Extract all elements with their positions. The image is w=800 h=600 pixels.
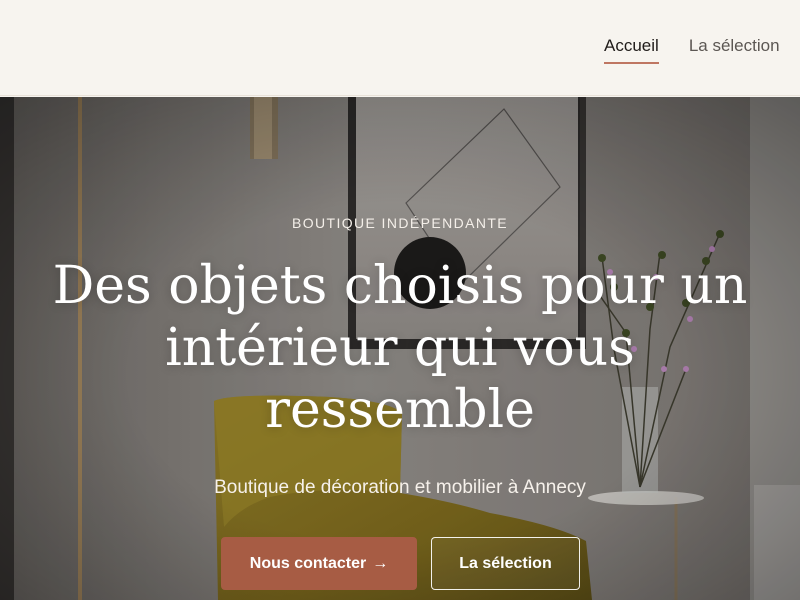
selection-button[interactable]: La sélection [431, 537, 580, 590]
hero-content: BOUTIQUE INDÉPENDANTE Des objets choisis… [0, 97, 800, 600]
site-header: Accueil La sélection [0, 0, 800, 96]
nav-link-la-selection[interactable]: La sélection [689, 36, 780, 56]
hero-section: BOUTIQUE INDÉPENDANTE Des objets choisis… [0, 97, 800, 600]
headline-line-1: Des objets choisis pour un [52, 256, 748, 316]
main-nav: Accueil La sélection [604, 36, 780, 64]
hero-headline: Des objets choisis pour un intérieur qui… [40, 255, 760, 441]
contact-button-label: Nous contacter [249, 554, 367, 572]
arrow-right-icon: → [372, 554, 389, 572]
headline-line-2: intérieur qui vous [165, 318, 635, 378]
headline-line-3: ressemble [265, 380, 535, 440]
hero-subtitle: Boutique de décoration et mobilier à Ann… [214, 477, 586, 498]
contact-button[interactable]: Nous contacter → [221, 537, 417, 590]
nav-link-accueil[interactable]: Accueil [604, 36, 659, 64]
selection-button-label: La sélection [459, 554, 552, 572]
hero-cta-group: Nous contacter → La sélection [221, 537, 580, 590]
hero-eyebrow: BOUTIQUE INDÉPENDANTE [291, 215, 509, 231]
